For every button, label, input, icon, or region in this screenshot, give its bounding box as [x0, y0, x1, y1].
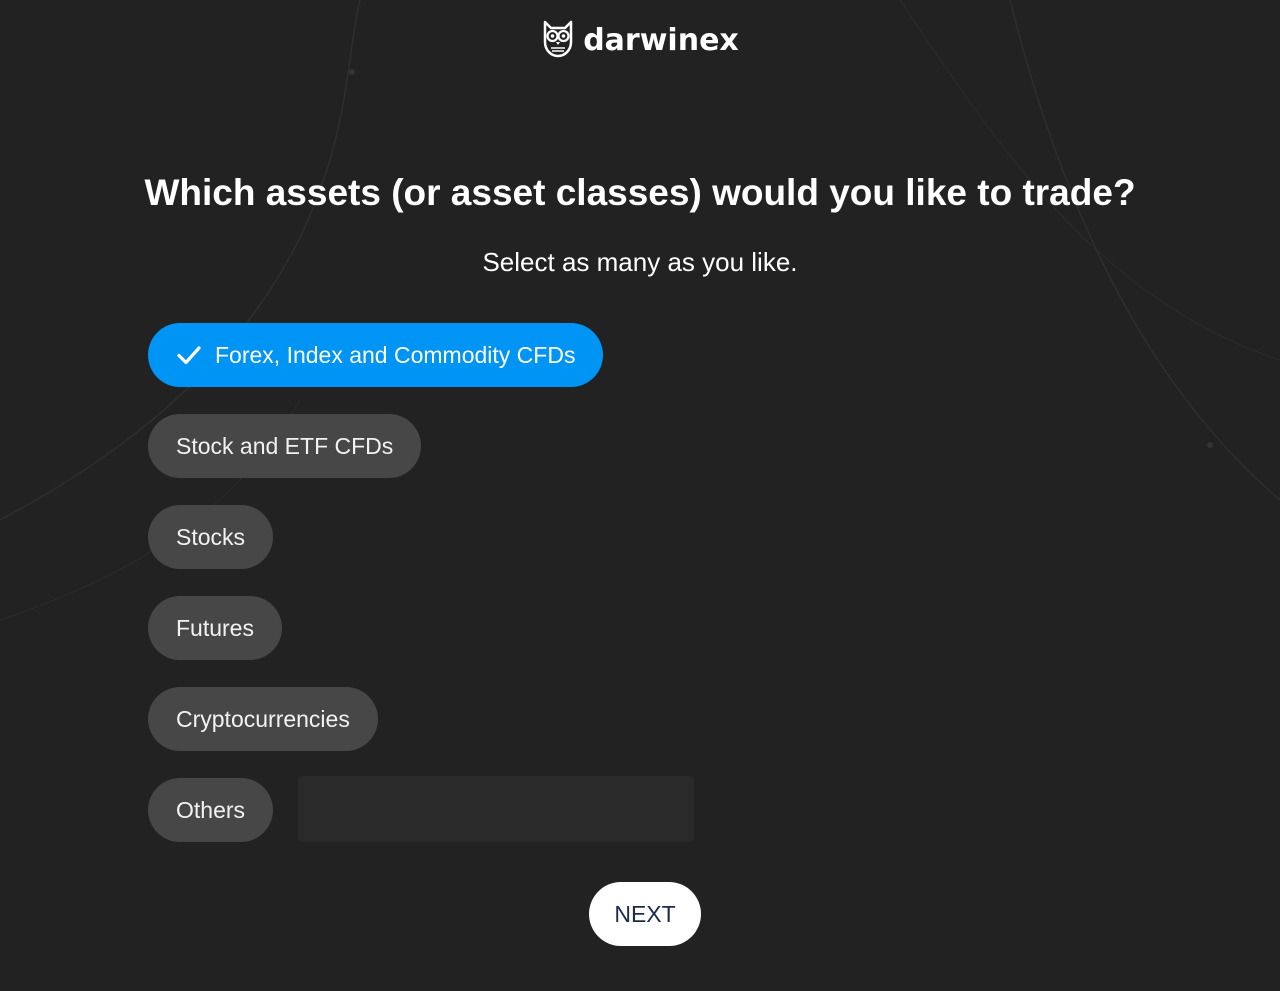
- option-label: Stock and ETF CFDs: [176, 432, 394, 459]
- checkmark-icon: [176, 342, 202, 368]
- option-others[interactable]: Others: [148, 778, 274, 842]
- next-button[interactable]: NEXT: [589, 882, 701, 946]
- option-label: Futures: [176, 614, 254, 641]
- option-forex-index-commodity-cfds[interactable]: Forex, Index and Commodity CFDs: [148, 323, 604, 387]
- option-label: Others: [176, 796, 246, 823]
- others-text-input[interactable]: [298, 776, 694, 842]
- background-decoration: [0, 0, 1280, 621]
- brand-name: darwinex: [583, 23, 739, 58]
- option-cryptocurrencies[interactable]: Cryptocurrencies: [148, 687, 378, 751]
- page-title: Which assets (or asset classes) would yo…: [144, 172, 1136, 213]
- option-futures[interactable]: Futures: [148, 596, 282, 660]
- option-label: Stocks: [176, 523, 246, 550]
- option-stock-etf-cfds[interactable]: Stock and ETF CFDs: [148, 414, 422, 478]
- page-subtitle: Select as many as you like.: [482, 247, 798, 277]
- owl-icon: [541, 18, 575, 63]
- brand-logo: darwinex: [0, 18, 1280, 63]
- option-stocks[interactable]: Stocks: [148, 505, 274, 569]
- option-label: Cryptocurrencies: [176, 705, 350, 732]
- option-label: Forex, Index and Commodity CFDs: [215, 341, 576, 368]
